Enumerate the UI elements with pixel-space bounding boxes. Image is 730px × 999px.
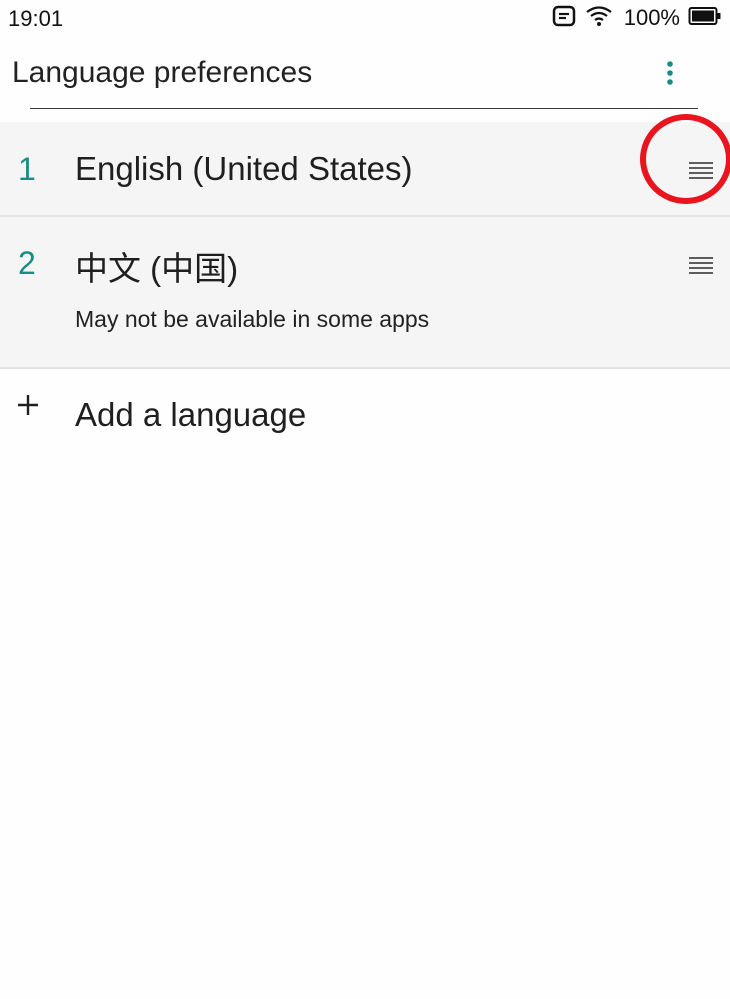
language-name: 中文 (中国) bbox=[75, 250, 239, 287]
status-icons: 100% bbox=[552, 4, 722, 32]
title-divider bbox=[30, 108, 698, 109]
app-bar: Language preferences bbox=[0, 36, 730, 120]
more-options-button[interactable] bbox=[648, 54, 692, 98]
plus-icon bbox=[16, 393, 40, 417]
language-availability-note: May not be available in some apps bbox=[75, 306, 430, 332]
add-language-button[interactable]: Add a language bbox=[0, 370, 730, 464]
wifi-icon bbox=[584, 4, 614, 33]
drag-handle-icon[interactable] bbox=[681, 155, 721, 185]
language-order-number: 1 bbox=[18, 151, 36, 187]
language-list: 1 English (United States) 2 中文 (中国) May … bbox=[0, 122, 730, 369]
drag-handle-icon[interactable] bbox=[681, 250, 721, 280]
more-vert-icon[interactable] bbox=[665, 60, 675, 93]
add-language-label: Add a language bbox=[75, 396, 307, 433]
language-order-number: 2 bbox=[18, 245, 36, 281]
language-item-english[interactable]: 1 English (United States) bbox=[0, 122, 730, 217]
battery-icon bbox=[688, 6, 722, 31]
battery-percent: 100% bbox=[623, 5, 680, 30]
status-time: 19:01 bbox=[8, 6, 64, 31]
status-bar: 19:01 100% bbox=[0, 0, 730, 36]
language-item-chinese[interactable]: 2 中文 (中国) May not be available in some a… bbox=[0, 217, 730, 369]
page-title: Language preferences bbox=[12, 56, 313, 89]
notification-icon bbox=[552, 5, 576, 32]
language-name: English (United States) bbox=[75, 150, 413, 187]
